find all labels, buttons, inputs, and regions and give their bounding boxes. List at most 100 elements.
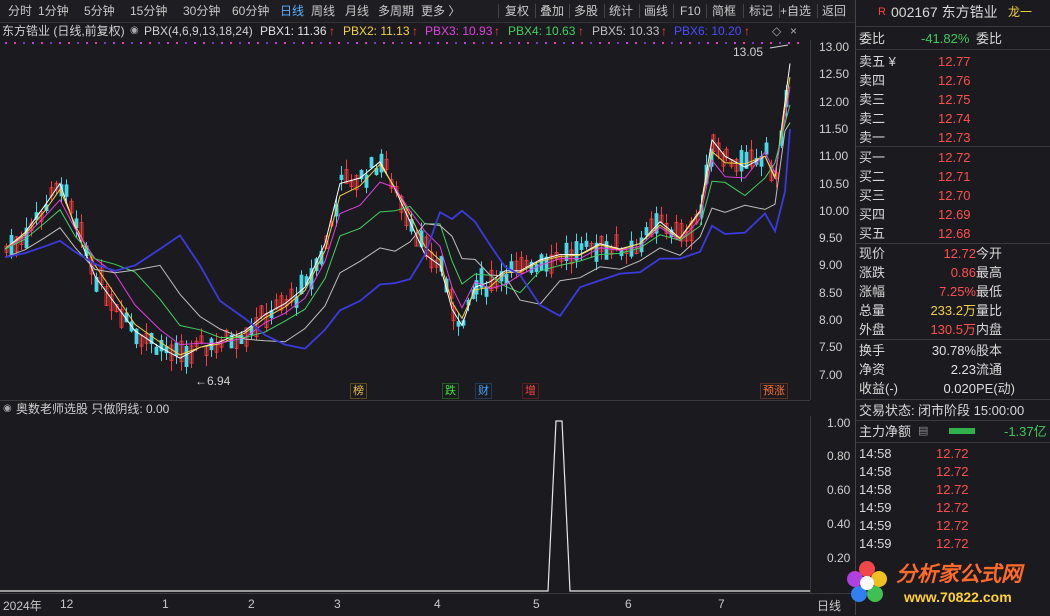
period-weekly[interactable]: 周线 [311, 0, 335, 22]
ask-row[interactable]: 卖四 12.76 [856, 71, 1050, 90]
marker-dot [275, 42, 277, 44]
date-axis: 2024年 12 1 2 3 4 5 6 7 日线 [0, 593, 855, 616]
marker-dot [176, 42, 178, 44]
overlay-button[interactable]: 叠加 [540, 0, 564, 22]
low-price-label: ←6.94 [195, 374, 231, 388]
marker-dot [635, 42, 637, 44]
trade-state-label: 交易状态: [859, 403, 915, 418]
diamond-icon[interactable]: ◇ [772, 22, 781, 40]
tick-row: 14:58 12.72 [856, 480, 1050, 499]
bid-row[interactable]: 买四 12.69 [856, 205, 1050, 224]
marker-dot [662, 42, 664, 44]
simple-frame-button[interactable]: 简框 [712, 0, 736, 22]
bid-row[interactable]: 买三 12.70 [856, 186, 1050, 205]
period-30min[interactable]: 30分钟 [183, 0, 220, 22]
marker-dot [437, 42, 439, 44]
tick-time: 14:59 [859, 536, 892, 551]
event-tag-bang[interactable]: 榜 [350, 383, 367, 399]
period-60min[interactable]: 60分钟 [232, 0, 269, 22]
sub-toggle-icon[interactable]: ◉ [3, 401, 12, 417]
high-price-label: 13.05 [733, 45, 764, 59]
kline-chart[interactable] [0, 40, 810, 400]
period-fenshi[interactable]: 分时 [8, 0, 32, 22]
period-indicator[interactable]: 日线 [817, 597, 841, 614]
marker-dot [428, 42, 430, 44]
period-15min[interactable]: 15分钟 [130, 0, 167, 22]
stat-row: 涨幅 7.25% 最低 [856, 282, 1050, 301]
add-watchlist-button[interactable]: +自选 [780, 0, 811, 22]
candle [154, 346, 159, 355]
bid-price: 12.71 [938, 169, 971, 184]
indicator-toggle-icon[interactable]: ◉ [130, 22, 139, 40]
statistics-button[interactable]: 统计 [609, 0, 633, 22]
ask-price: 12.77 [938, 54, 971, 69]
ask-row[interactable]: 卖三 12.75 [856, 90, 1050, 109]
stock-tag[interactable]: 龙一 [1008, 3, 1032, 22]
event-tag-zeng[interactable]: 增 [522, 383, 539, 399]
close-icon[interactable]: × [790, 22, 797, 40]
ask-row[interactable]: 卖一 12.73 [856, 128, 1050, 147]
ask-row[interactable]: 卖五 ¥ 12.77 [856, 52, 1050, 71]
marker-dot [500, 42, 502, 44]
price-axis: 13.00 12.50 12.00 11.50 11.00 10.50 10.0… [810, 40, 856, 400]
stat-row: 净资 2.23 流通 [856, 360, 1050, 379]
bid-row[interactable]: 买一 12.72 [856, 148, 1050, 167]
date-label: 7 [718, 597, 725, 611]
stat-value: 0.86 [950, 265, 976, 280]
ask-label: 卖一 [859, 130, 886, 145]
ask-label: 卖五 ¥ [859, 54, 896, 69]
tick-price: 12.72 [936, 536, 969, 551]
event-tag-yuzhang[interactable]: 预涨 [760, 383, 788, 399]
list-icon[interactable]: ▤ [918, 422, 928, 441]
mark-button[interactable]: 标记 [749, 0, 773, 22]
tick-time: 14:59 [859, 500, 892, 515]
period-monthly[interactable]: 月线 [345, 0, 369, 22]
multi-stock-button[interactable]: 多股 [574, 0, 598, 22]
price-tick: 11.00 [819, 149, 849, 163]
price-tick: 10.50 [819, 177, 850, 191]
back-button[interactable]: 返回 [822, 0, 846, 22]
weibi-value: -41.82% [921, 31, 970, 46]
marker-dot [419, 42, 421, 44]
watermark-url: www.70822.com [904, 589, 1012, 605]
bid-row[interactable]: 买五 12.68 [856, 224, 1050, 243]
bid-row[interactable]: 买二 12.71 [856, 167, 1050, 186]
period-daily[interactable]: 日线 [280, 0, 304, 22]
marker-dot [86, 42, 88, 44]
marker-dot [743, 42, 745, 44]
period-1min[interactable]: 1分钟 [38, 0, 69, 22]
ask-label: 卖三 [859, 92, 886, 107]
trade-state-value: 闭市阶段 15:00:00 [918, 403, 1025, 418]
marker-dot [680, 42, 682, 44]
stat-label: 收益(-) [859, 381, 898, 396]
bid-price: 12.72 [938, 150, 971, 165]
stock-label: 东方锆业 (日线,前复权) [2, 24, 125, 38]
draw-line-button[interactable]: 画线 [644, 0, 668, 22]
f10-button[interactable]: F10 [680, 0, 701, 22]
fuquan-button[interactable]: 复权 [505, 0, 529, 22]
indicator-info-bar: 东方锆业 (日线,前复权) ◉ PBX(4,6,9,13,18,24) PBX1… [0, 22, 800, 40]
marker-dot [104, 42, 106, 44]
event-tag-die[interactable]: 跌 [442, 383, 459, 399]
main-flow-row[interactable]: 主力净额 ▤ -1.37亿 [856, 422, 1050, 441]
stat-label: 涨幅 [859, 284, 886, 299]
marker-dot [185, 42, 187, 44]
candle [564, 242, 569, 261]
candle [644, 227, 649, 236]
period-more[interactable]: 更多 〉 [421, 0, 460, 22]
period-5min[interactable]: 5分钟 [84, 0, 115, 22]
marker-dot [212, 42, 214, 44]
ask-price: 12.76 [938, 73, 971, 88]
sub-indicator-chart[interactable] [0, 416, 810, 593]
candle [574, 241, 579, 261]
ask-row[interactable]: 卖二 12.74 [856, 109, 1050, 128]
main-flow-label: 主力净额 [859, 424, 912, 439]
sub-canvas [0, 420, 810, 592]
period-multi[interactable]: 多周期 [378, 0, 414, 22]
kline-canvas[interactable] [0, 40, 810, 400]
marker-dot [365, 42, 367, 44]
tick-row: 14:58 12.72 [856, 462, 1050, 481]
price-tick: 9.50 [819, 231, 843, 245]
event-tag-cai[interactable]: 财 [475, 383, 492, 399]
candle [579, 243, 584, 251]
